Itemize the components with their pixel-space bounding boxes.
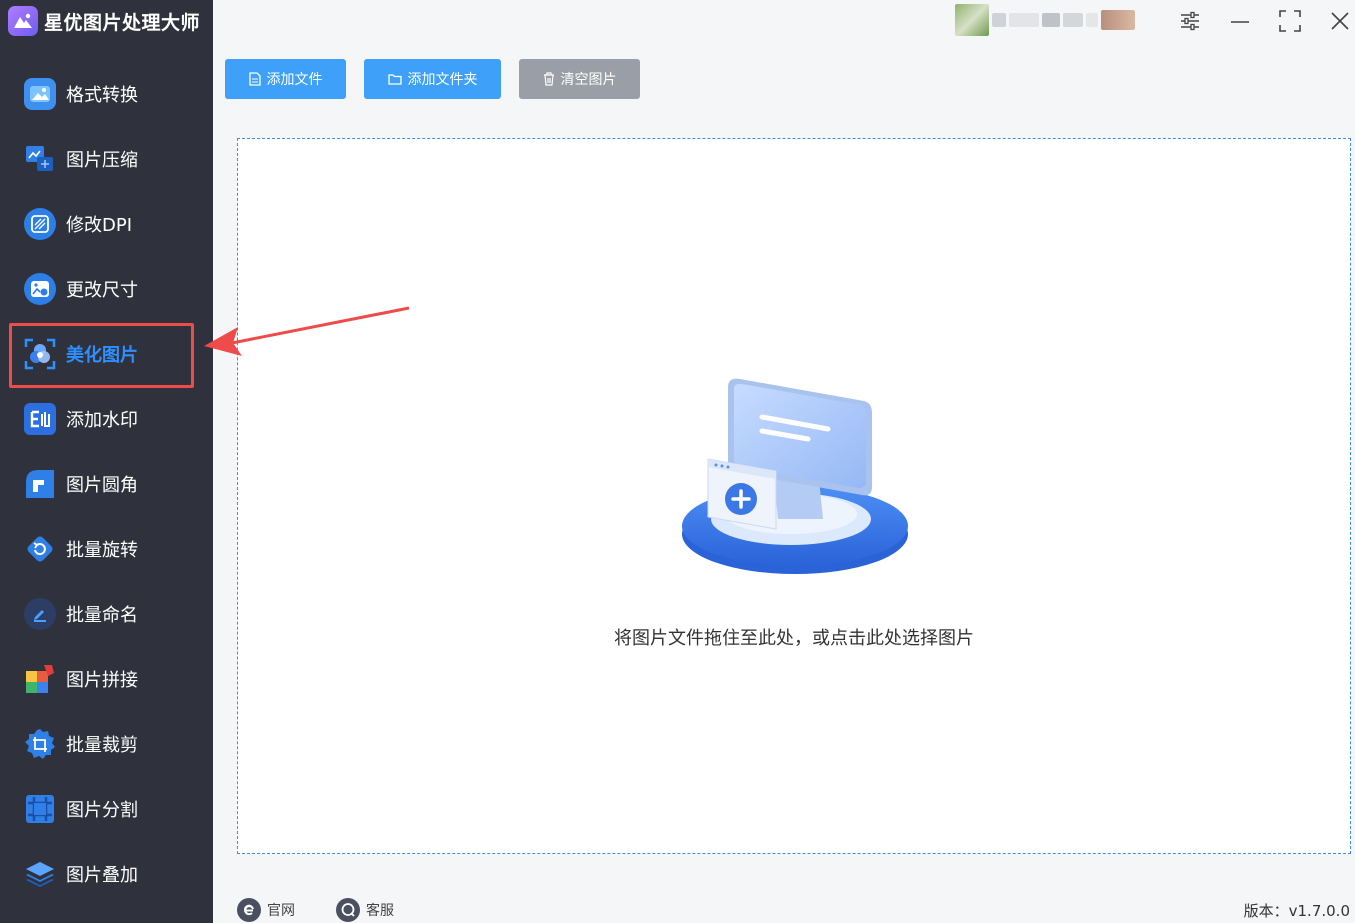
chat-icon: [336, 898, 360, 922]
puzzle-icon: [24, 663, 56, 695]
sidebar-item-image-compress[interactable]: 图片压缩: [0, 126, 213, 191]
sidebar-item-round-corner[interactable]: 图片圆角: [0, 451, 213, 516]
sidebar-item-batch-rotate[interactable]: 批量旋转: [0, 516, 213, 581]
image-drop-zone[interactable]: 将图片文件拖住至此处，或点击此处选择图片: [237, 138, 1351, 854]
add-folder-button[interactable]: 添加文件夹: [364, 59, 501, 99]
file-icon: [248, 72, 261, 86]
browser-icon: [237, 898, 261, 922]
version-label: 版本：v1.7.0.0: [1243, 902, 1350, 920]
status-bar: 官网 客服 版本：v1.7.0.0: [213, 880, 1355, 923]
app-title-bar: 星优图片处理大师: [8, 4, 200, 38]
drop-hint-text: 将图片文件拖住至此处，或点击此处选择图片: [614, 628, 974, 649]
image-compress-icon: [24, 143, 56, 175]
trash-icon: [543, 72, 554, 86]
clear-images-button[interactable]: 清空图片: [519, 59, 640, 99]
sidebar-item-resize[interactable]: 更改尺寸: [0, 256, 213, 321]
dpi-icon: [24, 207, 56, 240]
sidebar-item-modify-dpi[interactable]: 修改DPI: [0, 191, 213, 256]
app-logo-icon: [8, 6, 38, 36]
toolbar: 添加文件 添加文件夹 清空图片: [225, 59, 640, 99]
rotate-icon: [24, 533, 56, 565]
sidebar-item-image-overlay[interactable]: 图片叠加: [0, 841, 213, 906]
user-account-avatar[interactable]: [955, 4, 1160, 36]
sidebar-item-image-stitch[interactable]: 图片拼接: [0, 646, 213, 711]
folder-icon: [387, 74, 402, 85]
image-convert-icon: [24, 77, 56, 110]
watermark-icon: [24, 402, 56, 435]
resize-icon: [24, 272, 56, 305]
beautify-icon: [24, 338, 56, 370]
sidebar-item-beautify[interactable]: 美化图片: [0, 321, 213, 386]
layers-icon: [24, 858, 56, 890]
round-corner-icon: [24, 468, 56, 500]
website-link[interactable]: 官网: [237, 898, 295, 922]
sidebar: 星优图片处理大师 格式转换 图片压缩 修改DPI 更改尺寸 美化图片 添加水印 …: [0, 0, 213, 923]
sidebar-item-format-convert[interactable]: 格式转换: [0, 61, 213, 126]
split-icon: [24, 793, 56, 825]
sidebar-item-image-split[interactable]: 图片分割: [0, 776, 213, 841]
sidebar-item-batch-rename[interactable]: 批量命名: [0, 581, 213, 646]
app-name: 星优图片处理大师: [44, 11, 201, 34]
maximize-icon[interactable]: [1275, 6, 1305, 36]
add-file-button[interactable]: 添加文件: [225, 59, 346, 99]
close-icon[interactable]: [1325, 6, 1355, 36]
sidebar-item-add-watermark[interactable]: 添加水印: [0, 386, 213, 451]
settings-sliders-icon[interactable]: [1175, 6, 1205, 36]
minimize-icon[interactable]: [1225, 6, 1255, 36]
rename-icon: [24, 597, 56, 630]
sidebar-nav: 格式转换 图片压缩 修改DPI 更改尺寸 美化图片 添加水印 图片圆角 批量旋转…: [0, 61, 213, 906]
title-bar: [213, 0, 1355, 44]
sidebar-item-batch-crop[interactable]: 批量裁剪: [0, 711, 213, 776]
upload-illustration: [682, 378, 908, 574]
customer-service-link[interactable]: 客服: [336, 898, 394, 922]
crop-icon: [24, 728, 56, 760]
